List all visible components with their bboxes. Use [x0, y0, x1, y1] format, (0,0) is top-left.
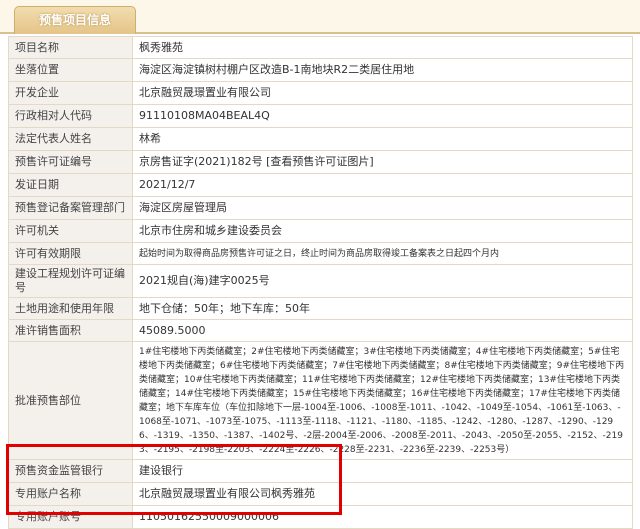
value-sale-area: 45089.5000: [132, 319, 633, 342]
value-developer: 北京融贸晟璟置业有限公司: [132, 81, 633, 105]
presale-info-table: 项目名称 枫秀雅苑 坐落位置 海淀区海淀镇树村棚户区改造B-1南地块R2二类居住…: [8, 36, 633, 529]
value-project-name: 枫秀雅苑: [132, 36, 633, 59]
value-validity: 起始时间为取得商品房预售许可证之日，终止时间为商品房取得竣工备案表之日起四个月内: [132, 242, 633, 265]
value-land-use: 地下仓储：50年；地下车库：50年: [132, 297, 633, 320]
label-permit-authority: 许可机关: [8, 219, 133, 243]
label-land-use: 土地用途和使用年限: [8, 297, 133, 320]
label-validity: 许可有效期限: [8, 242, 133, 265]
row-admin-code: 行政相对人代码 91110108MA04BEAL4Q: [8, 104, 633, 128]
row-project-name: 项目名称 枫秀雅苑: [8, 36, 633, 59]
label-account-name: 专用账户名称: [8, 482, 133, 506]
value-approved-parts: 1#住宅楼地下丙类储藏室；2#住宅楼地下丙类储藏室；3#住宅楼地下丙类储藏室；4…: [132, 341, 633, 460]
row-account-name: 专用账户名称 北京融贸晟璟置业有限公司枫秀雅苑: [8, 482, 633, 506]
row-planning-permit: 建设工程规划许可证编号 2021规自(海)建字0025号: [8, 264, 633, 298]
value-permit-authority: 北京市住房和城乡建设委员会: [132, 219, 633, 243]
label-project-name: 项目名称: [8, 36, 133, 59]
value-registry-dept: 海淀区房屋管理局: [132, 196, 633, 220]
value-permit-number[interactable]: 京房售证字(2021)182号 [查看预售许可证图片]: [132, 150, 633, 174]
label-planning-permit: 建设工程规划许可证编号: [8, 264, 133, 298]
label-location: 坐落位置: [8, 58, 133, 82]
row-registry-dept: 预售登记备案管理部门 海淀区房屋管理局: [8, 196, 633, 220]
row-supervising-bank: 预售资金监管银行 建设银行: [8, 459, 633, 483]
label-permit-number: 预售许可证编号: [8, 150, 133, 174]
value-supervising-bank: 建设银行: [132, 459, 633, 483]
label-account-number: 专用账户账号: [8, 505, 133, 529]
row-approved-parts: 批准预售部位 1#住宅楼地下丙类储藏室；2#住宅楼地下丙类储藏室；3#住宅楼地下…: [8, 341, 633, 460]
label-approved-parts: 批准预售部位: [8, 341, 133, 460]
label-legal-rep: 法定代表人姓名: [8, 127, 133, 151]
value-admin-code: 91110108MA04BEAL4Q: [132, 104, 633, 128]
label-admin-code: 行政相对人代码: [8, 104, 133, 128]
row-issue-date: 发证日期 2021/12/7: [8, 173, 633, 197]
value-issue-date: 2021/12/7: [132, 173, 633, 197]
row-legal-rep: 法定代表人姓名 林希: [8, 127, 633, 151]
value-legal-rep: 林希: [132, 127, 633, 151]
row-developer: 开发企业 北京融贸晟璟置业有限公司: [8, 81, 633, 105]
tab-presale-project-info[interactable]: 预售项目信息: [14, 6, 136, 34]
label-supervising-bank: 预售资金监管银行: [8, 459, 133, 483]
value-location: 海淀区海淀镇树村棚户区改造B-1南地块R2二类居住用地: [132, 58, 633, 82]
label-issue-date: 发证日期: [8, 173, 133, 197]
row-permit-authority: 许可机关 北京市住房和城乡建设委员会: [8, 219, 633, 243]
row-land-use: 土地用途和使用年限 地下仓储：50年；地下车库：50年: [8, 297, 633, 320]
section-tab-bar: 预售项目信息: [0, 0, 640, 34]
label-developer: 开发企业: [8, 81, 133, 105]
value-account-name: 北京融贸晟璟置业有限公司枫秀雅苑: [132, 482, 633, 506]
row-account-number: 专用账户账号 11050162550009000006: [8, 505, 633, 529]
row-permit-number: 预售许可证编号 京房售证字(2021)182号 [查看预售许可证图片]: [8, 150, 633, 174]
label-sale-area: 准许销售面积: [8, 319, 133, 342]
row-location: 坐落位置 海淀区海淀镇树村棚户区改造B-1南地块R2二类居住用地: [8, 58, 633, 82]
label-registry-dept: 预售登记备案管理部门: [8, 196, 133, 220]
value-planning-permit: 2021规自(海)建字0025号: [132, 264, 633, 298]
value-account-number: 11050162550009000006: [132, 505, 633, 529]
row-sale-area: 准许销售面积 45089.5000: [8, 319, 633, 342]
row-validity: 许可有效期限 起始时间为取得商品房预售许可证之日，终止时间为商品房取得竣工备案表…: [8, 242, 633, 265]
